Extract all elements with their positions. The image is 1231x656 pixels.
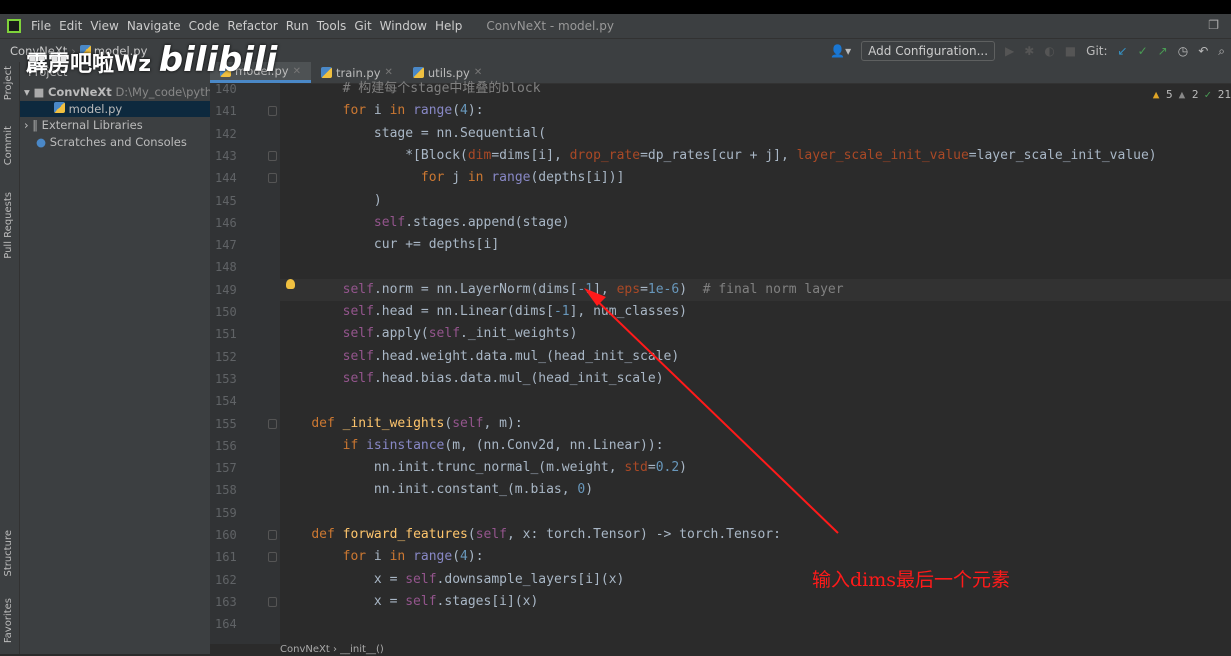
annotation-arrow <box>0 0 1231 654</box>
annotation-text: 输入dims最后一个元素 <box>812 565 1010 592</box>
